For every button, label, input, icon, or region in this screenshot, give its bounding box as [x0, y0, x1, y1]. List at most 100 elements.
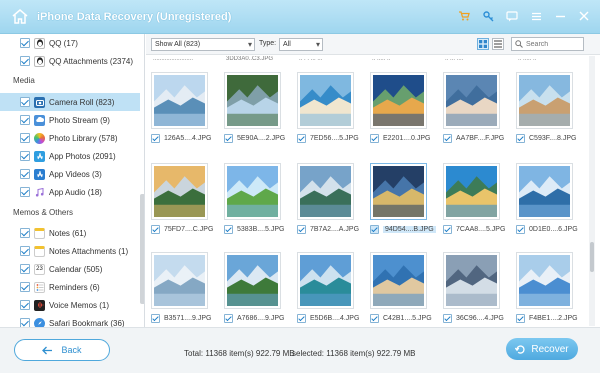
- photo-checkbox[interactable]: [443, 314, 452, 323]
- menu-icon[interactable]: [530, 10, 542, 22]
- photo-thumbnail[interactable]: [151, 252, 208, 309]
- photo-checkbox[interactable]: [370, 225, 379, 234]
- checkbox[interactable]: [20, 115, 30, 125]
- key-icon[interactable]: [482, 10, 494, 22]
- photo-thumbnail[interactable]: [297, 72, 354, 129]
- sidebar-item-app-photos[interactable]: App Photos (2091): [0, 147, 140, 165]
- photo-checkbox[interactable]: [516, 225, 525, 234]
- photo-thumbnail[interactable]: [443, 72, 500, 129]
- close-icon[interactable]: [578, 10, 590, 22]
- photo-checkbox[interactable]: [224, 225, 233, 234]
- photo-checkbox[interactable]: [443, 134, 452, 143]
- photo-checkbox[interactable]: [224, 314, 233, 323]
- grid-view-button[interactable]: [477, 38, 489, 50]
- sidebar-item-calendar[interactable]: 23 Calendar (505): [0, 260, 140, 278]
- photo-item[interactable]: 0D1E0....6.JPG: [516, 163, 578, 234]
- grid-scrollbar-thumb[interactable]: [590, 242, 594, 272]
- checkbox[interactable]: [20, 56, 30, 66]
- photo-thumbnail[interactable]: [443, 163, 500, 220]
- sidebar-item-photo-library[interactable]: Photo Library (578): [0, 129, 140, 147]
- photo-checkbox[interactable]: [151, 314, 160, 323]
- checkbox[interactable]: [20, 246, 30, 256]
- photo-thumbnail[interactable]: [370, 252, 427, 309]
- photo-thumbnail[interactable]: [370, 163, 427, 220]
- photo-item[interactable]: 75FD7....C.JPG: [151, 163, 213, 234]
- photo-checkbox[interactable]: [370, 314, 379, 323]
- list-view-button[interactable]: [492, 38, 504, 50]
- checkbox[interactable]: [20, 187, 30, 197]
- photo-item[interactable]: 36C96....4.JPG: [443, 252, 505, 323]
- chat-icon[interactable]: [506, 10, 518, 22]
- photo-item[interactable]: 5E90A....2.JPG: [224, 72, 286, 143]
- back-button[interactable]: Back: [14, 339, 110, 361]
- sidebar-item-qq-attachments[interactable]: QQ Attachments (2374): [0, 52, 140, 70]
- photo-thumbnail[interactable]: [516, 163, 573, 220]
- photo-thumbnail[interactable]: [224, 72, 281, 129]
- photo-item[interactable]: F4BE1....2.JPG: [516, 252, 578, 323]
- sidebar-item-app-audio[interactable]: App Audio (18): [0, 183, 140, 201]
- search-input[interactable]: [526, 40, 582, 48]
- cart-icon[interactable]: [458, 10, 470, 22]
- sidebar-scrollbar[interactable]: [140, 194, 144, 304]
- photo-item[interactable]: C593F....8.JPG: [516, 72, 578, 143]
- photo-checkbox[interactable]: [224, 134, 233, 143]
- photo-item[interactable]: 5383B....5.JPG: [224, 163, 286, 234]
- photo-checkbox[interactable]: [443, 225, 452, 234]
- sidebar-item-camera-roll[interactable]: Camera Roll (823): [0, 93, 140, 111]
- photo-item[interactable]: 7ED56....5.JPG: [297, 72, 359, 143]
- checkbox[interactable]: [20, 300, 30, 310]
- checkbox[interactable]: [20, 282, 30, 292]
- checkbox[interactable]: [20, 228, 30, 238]
- photo-checkbox[interactable]: [297, 314, 306, 323]
- photo-item[interactable]: C42B1....5.JPG: [370, 252, 432, 323]
- photo-item[interactable]: 7B7A2....A.JPG: [297, 163, 359, 234]
- photo-thumbnail[interactable]: [297, 163, 354, 220]
- photo-checkbox[interactable]: [516, 134, 525, 143]
- sidebar-item-app-videos[interactable]: App Videos (3): [0, 165, 140, 183]
- checkbox[interactable]: [20, 97, 30, 107]
- photo-item[interactable]: 7CAA8....5.JPG: [443, 163, 505, 234]
- photo-checkbox[interactable]: [297, 225, 306, 234]
- photo-checkbox[interactable]: [151, 225, 160, 234]
- photo-item[interactable]: A7686....9.JPG: [224, 252, 286, 323]
- type-select[interactable]: All: [279, 38, 323, 51]
- photo-item[interactable]: AA7BF....F.JPG: [443, 72, 505, 143]
- photo-thumbnail[interactable]: [516, 72, 573, 129]
- sidebar-item-reminders[interactable]: Reminders (6): [0, 278, 140, 296]
- photo-checkbox[interactable]: [516, 314, 525, 323]
- recover-button[interactable]: Recover: [506, 338, 578, 360]
- checkbox[interactable]: [20, 264, 30, 274]
- photo-thumbnail[interactable]: [224, 163, 281, 220]
- search-box[interactable]: [511, 37, 584, 51]
- sidebar-item-qq[interactable]: QQ (17): [0, 34, 140, 52]
- photo-thumbnail[interactable]: [516, 252, 573, 309]
- home-icon[interactable]: [12, 9, 28, 24]
- sidebar-item-photo-stream[interactable]: Photo Stream (9): [0, 111, 140, 129]
- checkbox[interactable]: [20, 151, 30, 161]
- photo-thumbnail[interactable]: [443, 252, 500, 309]
- photo-thumbnail[interactable]: [151, 72, 208, 129]
- sidebar-item-notes[interactable]: Notes (61): [0, 224, 140, 242]
- photo-thumbnail[interactable]: [370, 72, 427, 129]
- photo-thumbnail[interactable]: [151, 163, 208, 220]
- sidebar-item-notes-attachments[interactable]: Notes Attachments (1): [0, 242, 140, 260]
- photo-item[interactable]: E5D6B....4.JPG: [297, 252, 359, 323]
- checkbox[interactable]: [20, 169, 30, 179]
- checkbox[interactable]: [20, 318, 30, 327]
- photo-item[interactable]: B3571....9.JPG: [151, 252, 213, 323]
- checkbox[interactable]: [20, 133, 30, 143]
- photo-checkbox[interactable]: [370, 134, 379, 143]
- checkbox[interactable]: [20, 38, 30, 48]
- grid-scrollbar-track[interactable]: [589, 56, 595, 326]
- sidebar-item-safari-bookmark[interactable]: Safari Bookmark (36): [0, 314, 140, 327]
- photo-item[interactable]: E2201....0.JPG: [370, 72, 432, 143]
- photo-item[interactable]: 94D54....B.JPG: [370, 163, 436, 234]
- filter-select[interactable]: Show All (823): [151, 38, 255, 51]
- photo-checkbox[interactable]: [151, 134, 160, 143]
- photo-thumbnail[interactable]: [297, 252, 354, 309]
- photo-thumbnail[interactable]: [224, 252, 281, 309]
- minimize-icon[interactable]: [554, 10, 566, 22]
- photo-checkbox[interactable]: [297, 134, 306, 143]
- sidebar-item-voice-memos[interactable]: Voice Memos (1): [0, 296, 140, 314]
- photo-item[interactable]: 126A5....4.JPG: [151, 72, 213, 143]
